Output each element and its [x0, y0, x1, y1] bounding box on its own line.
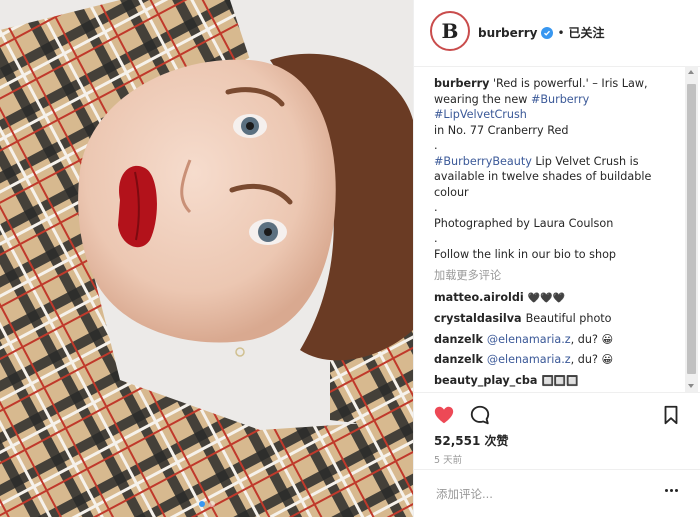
separator-dot: •: [557, 25, 565, 40]
scroll-up-arrow-icon[interactable]: [688, 70, 694, 74]
comment-username[interactable]: beauty_play_cba: [434, 374, 537, 387]
post-photo[interactable]: [0, 0, 413, 517]
caption-text: available in twelve shades of buildable: [434, 170, 652, 183]
caption-text: .: [434, 232, 438, 245]
post-header: B burberry • 已关注: [414, 0, 700, 67]
comment-text: Beautiful photo: [525, 312, 612, 325]
follow-status-button[interactable]: 已关注: [569, 24, 605, 41]
scrollbar-thumb[interactable]: [687, 84, 696, 374]
caption-text: Lip Velvet Crush is: [535, 154, 639, 168]
comment: danzelk @elenamaria.z, du? 😀: [434, 332, 681, 348]
comment-username[interactable]: matteo.airoldi: [434, 291, 524, 304]
comments-list: burberry 'Red is powerful.' – Iris Law, …: [434, 76, 681, 392]
hashtag-link[interactable]: #LipVelvetCrush: [434, 108, 527, 121]
carousel-dot: [208, 501, 215, 507]
comment-username[interactable]: crystaldasilva: [434, 312, 522, 325]
comment-mention-link[interactable]: @elenamaria.z: [487, 353, 571, 366]
add-comment-input[interactable]: [434, 484, 648, 504]
verified-icon: [541, 26, 554, 39]
caption-text: 'Red is powerful.' – Iris Law,: [492, 77, 648, 90]
avatar[interactable]: B: [430, 11, 470, 51]
more-options-icon[interactable]: [665, 489, 681, 495]
avatar-letter: B: [441, 19, 459, 43]
hashtag-link[interactable]: #Burberry: [531, 93, 589, 106]
comment: matteo.airoldi 🖤🖤🖤: [434, 290, 681, 307]
header-account-info: burberry • 已关注: [478, 24, 605, 41]
likes-count[interactable]: 52,551 次赞: [434, 432, 509, 449]
comment-text: 🔲🔲🔲: [541, 375, 579, 387]
carousel-dot-active: [198, 501, 205, 507]
comment: crystaldasilva Beautiful photo: [434, 311, 681, 327]
bookmark-icon[interactable]: [660, 404, 682, 426]
post-actions: 52,551 次赞 5 天前: [414, 392, 700, 468]
comment-icon[interactable]: [469, 404, 491, 426]
add-comment-bar: [414, 469, 700, 518]
post-timestamp[interactable]: 5 天前: [434, 452, 462, 466]
comment-mention-link[interactable]: @elenamaria.z: [487, 333, 571, 346]
comment: beauty_play_cba 🔲🔲🔲: [434, 373, 681, 390]
comment-text: , du? 😀: [570, 353, 614, 366]
caption-text: .: [434, 139, 438, 152]
username-link[interactable]: burberry: [478, 26, 537, 40]
caption-text: in No. 77 Cranberry Red: [434, 123, 569, 137]
scroll-down-arrow-icon[interactable]: [688, 384, 694, 388]
caption-text: Follow the link in our bio to shop: [434, 247, 617, 261]
comment-text: 🖤🖤🖤: [527, 292, 566, 304]
photo-illustration: [0, 0, 413, 517]
heart-icon[interactable]: [433, 404, 455, 426]
caption-text: colour: [434, 185, 469, 199]
comment-username[interactable]: danzelk: [434, 353, 483, 366]
caption: burberry 'Red is powerful.' – Iris Law, …: [434, 76, 681, 262]
caption-text: .: [434, 201, 438, 214]
hashtag-link[interactable]: #BurberryBeauty: [434, 155, 532, 168]
load-more-comments-link[interactable]: 加载更多评论: [434, 268, 681, 284]
comment-text: , du? 😀: [570, 332, 614, 346]
comments-section: burberry 'Red is powerful.' – Iris Law, …: [414, 66, 700, 392]
carousel-indicator: [0, 501, 413, 507]
caption-text: Photographed by Laura Coulson: [434, 216, 614, 230]
caption-username[interactable]: burberry: [434, 77, 489, 90]
instagram-post: B burberry • 已关注 burberry 'Red is powerf…: [0, 0, 700, 517]
comments-scrollbar[interactable]: [685, 66, 698, 392]
post-side-panel: B burberry • 已关注 burberry 'Red is powerf…: [413, 0, 700, 517]
comment: danzelk @elenamaria.z, du? 😀: [434, 352, 681, 368]
caption-text: wearing the new: [434, 92, 528, 106]
comment-username[interactable]: danzelk: [434, 333, 483, 346]
